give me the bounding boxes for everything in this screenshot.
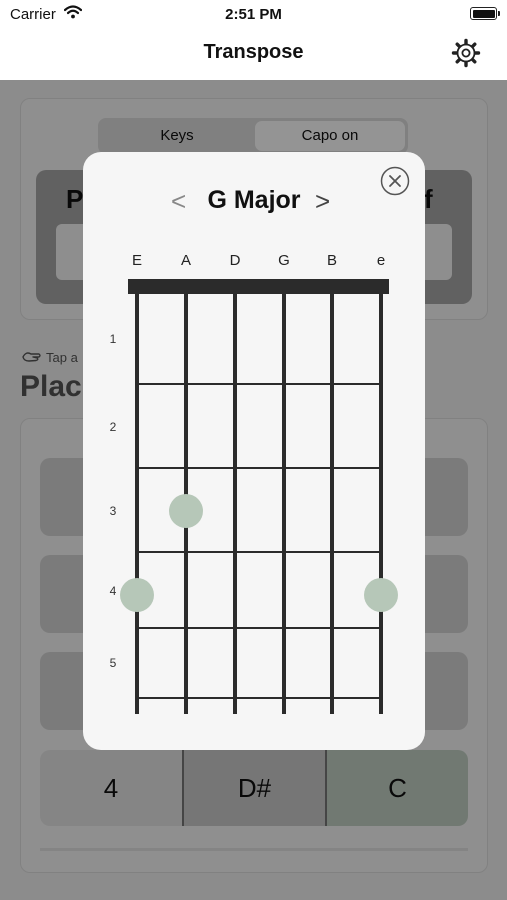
string-label: D	[230, 252, 241, 269]
string-label: E	[132, 252, 142, 269]
chord-diagram: E A D G Be 1 2 3 4 5	[110, 252, 398, 714]
finger-dot	[169, 494, 203, 528]
battery-icon	[470, 7, 500, 20]
finger-dot	[364, 578, 398, 612]
gear-icon[interactable]	[451, 38, 481, 68]
fret-label: 2	[110, 420, 117, 434]
fret-label: 4	[110, 584, 117, 598]
status-time: 2:51 PM	[225, 6, 282, 23]
string-label: G	[278, 252, 290, 269]
fret-label: 1	[110, 332, 117, 346]
nut	[128, 279, 389, 294]
string-label: e	[377, 252, 385, 269]
navigation-bar: Transpose	[0, 28, 507, 80]
finger-dot	[120, 578, 154, 612]
status-bar: Carrier 2:51 PM	[0, 0, 507, 28]
chord-popup: < G Major > EADGBe12345	[83, 152, 425, 750]
fret-label: 5	[110, 656, 117, 670]
fret-label: 3	[110, 504, 117, 518]
string-label: A	[181, 252, 191, 269]
page-title: Transpose	[203, 41, 304, 63]
string-label: B	[327, 252, 337, 269]
